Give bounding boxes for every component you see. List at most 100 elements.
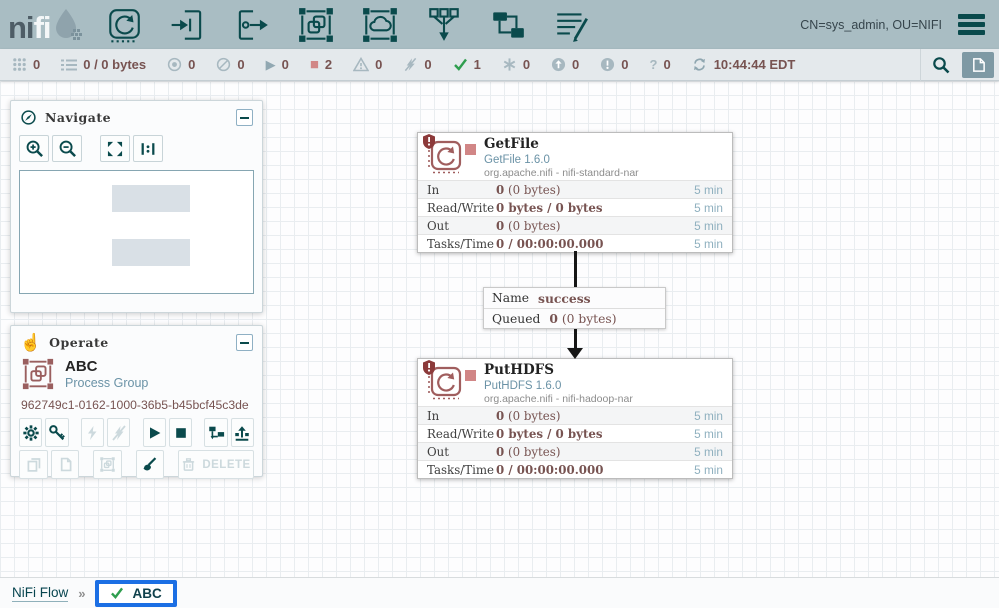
zoom-fit-button[interactable] [100,135,130,162]
operate-palette: ☝ Operate ABC Process Group 962749c1-016… [10,325,263,477]
connection-queued-row: Queued 0 (0 bytes) [484,308,665,328]
label-icon[interactable] [553,6,591,44]
connection-name-key: Name [492,291,529,305]
start-button[interactable] [143,418,166,447]
stat-label: Read/Write [418,427,496,441]
transmitting-count: 0 [188,57,195,72]
paste-icon [57,456,74,473]
status-queued: 0 / 0 bytes [61,57,146,72]
processor-puthdfs[interactable]: PutHDFS PutHDFS 1.6.0 org.apache.nifi - … [417,358,733,479]
status-not-transmitting: 0 [216,57,244,72]
processor-version: GetFile 1.6.0 [484,153,639,167]
stat-label: Out [418,219,496,233]
sync-failure-icon: ? [650,58,658,71]
breadcrumb-current[interactable]: ABC [132,586,161,601]
sync-failure-count: 0 [663,57,670,72]
note-icon [971,57,986,73]
stat-value: 0 [496,219,504,233]
search-button[interactable] [920,49,960,81]
template-icon[interactable] [489,6,527,44]
refresh-icon [692,57,707,72]
processor-getfile-header: GetFile GetFile 1.6.0 org.apache.nifi - … [418,133,732,180]
not-transmitting-icon [216,57,231,72]
gear-icon [22,424,40,442]
panel-toggle-button[interactable] [962,52,994,78]
operate-header[interactable]: ☝ Operate [11,326,262,353]
zoom-actual-size-button[interactable] [133,135,163,162]
operate-collapse-button[interactable] [236,334,253,351]
invalid-count: 0 [375,57,382,72]
create-template-button[interactable] [204,418,227,447]
processor-name: GetFile [484,137,639,153]
nifi-logo: nifi [8,7,83,43]
disable-button[interactable] [107,418,130,447]
processor-bundle: org.apache.nifi - nifi-hadoop-nar [484,393,633,407]
output-port-icon[interactable] [233,6,271,44]
fit-icon [106,140,124,158]
refresh-status[interactable]: 10:44:44 EDT [692,57,796,72]
process-group-icon[interactable] [297,6,335,44]
stat-row-out: Out 0 (0 bytes) 5 min [418,216,732,234]
stat-row-out: Out 0 (0 bytes) 5 min [418,442,732,460]
flow-canvas[interactable]: Navigate [0,81,999,577]
stat-window: 5 min [694,409,732,423]
funnel-icon[interactable] [425,6,463,44]
fill-color-button[interactable] [136,450,165,479]
delete-label: DELETE [202,459,250,471]
status-invalid: 0 [353,57,382,72]
navigate-controls [11,132,262,166]
stat-value: 0 [496,409,504,423]
connection-label[interactable]: Name success Queued 0 (0 bytes) [483,287,666,329]
copy-button[interactable] [19,450,48,479]
status-stale: 0 [551,57,579,72]
selection-name: ABC [65,358,148,376]
navigate-collapse-button[interactable] [236,109,253,126]
stat-value: 0 [496,183,504,197]
paint-brush-icon [141,456,158,473]
selection-id: 962749c1-0162-1000-36b5-b45bcf45c3de [21,398,254,412]
connection-name-row: Name success [484,288,665,308]
upload-template-button[interactable] [231,418,254,447]
search-icon [932,56,950,74]
stop-button[interactable] [169,418,192,447]
stopped-status-icon [465,370,476,381]
configuration-button[interactable] [19,418,42,447]
app-header: nifi [0,0,999,49]
status-transmitting: 0 [167,57,195,72]
zoom-out-button[interactable] [52,135,82,162]
input-port-icon[interactable] [169,6,207,44]
navigate-header[interactable]: Navigate [11,101,262,132]
transmitting-icon [167,57,182,72]
processor-type-icon [425,363,465,403]
stat-window: 5 min [694,445,732,459]
remote-process-group-icon[interactable] [361,6,399,44]
processor-icon[interactable] [105,6,143,44]
connection-queued-detail: (0 bytes) [558,312,617,326]
breadcrumb-root[interactable]: NiFi Flow [12,585,68,602]
not-transmitting-count: 0 [237,57,244,72]
group-button[interactable] [93,450,122,479]
status-locally-modified-and-stale: 0 [600,57,628,72]
access-policies-button[interactable] [45,418,68,447]
last-refreshed-time: 10:44:44 EDT [714,57,796,72]
paste-button[interactable] [51,450,80,479]
stat-window: 5 min [694,183,732,197]
restricted-shield-icon [423,360,435,375]
up-to-date-count: 1 [474,57,481,72]
zoom-in-button[interactable] [19,135,49,162]
connection-arrowhead-icon [567,348,583,359]
delete-button[interactable]: DELETE [178,450,254,479]
birdseye-processor-puthdfs [112,239,190,266]
global-menu-icon[interactable] [956,12,987,37]
selection-type: Process Group [65,376,148,390]
processor-getfile[interactable]: GetFile GetFile 1.6.0 org.apache.nifi - … [417,132,733,253]
stopped-count: 2 [325,57,332,72]
trash-icon [181,457,196,472]
upload-template-icon [233,424,251,442]
birdseye-view[interactable] [19,170,254,294]
logo-text-ni: ni [8,12,34,43]
disabled-icon [403,57,418,72]
running-count: 0 [282,57,289,72]
enable-button[interactable] [81,418,104,447]
stat-window: 5 min [694,427,732,441]
